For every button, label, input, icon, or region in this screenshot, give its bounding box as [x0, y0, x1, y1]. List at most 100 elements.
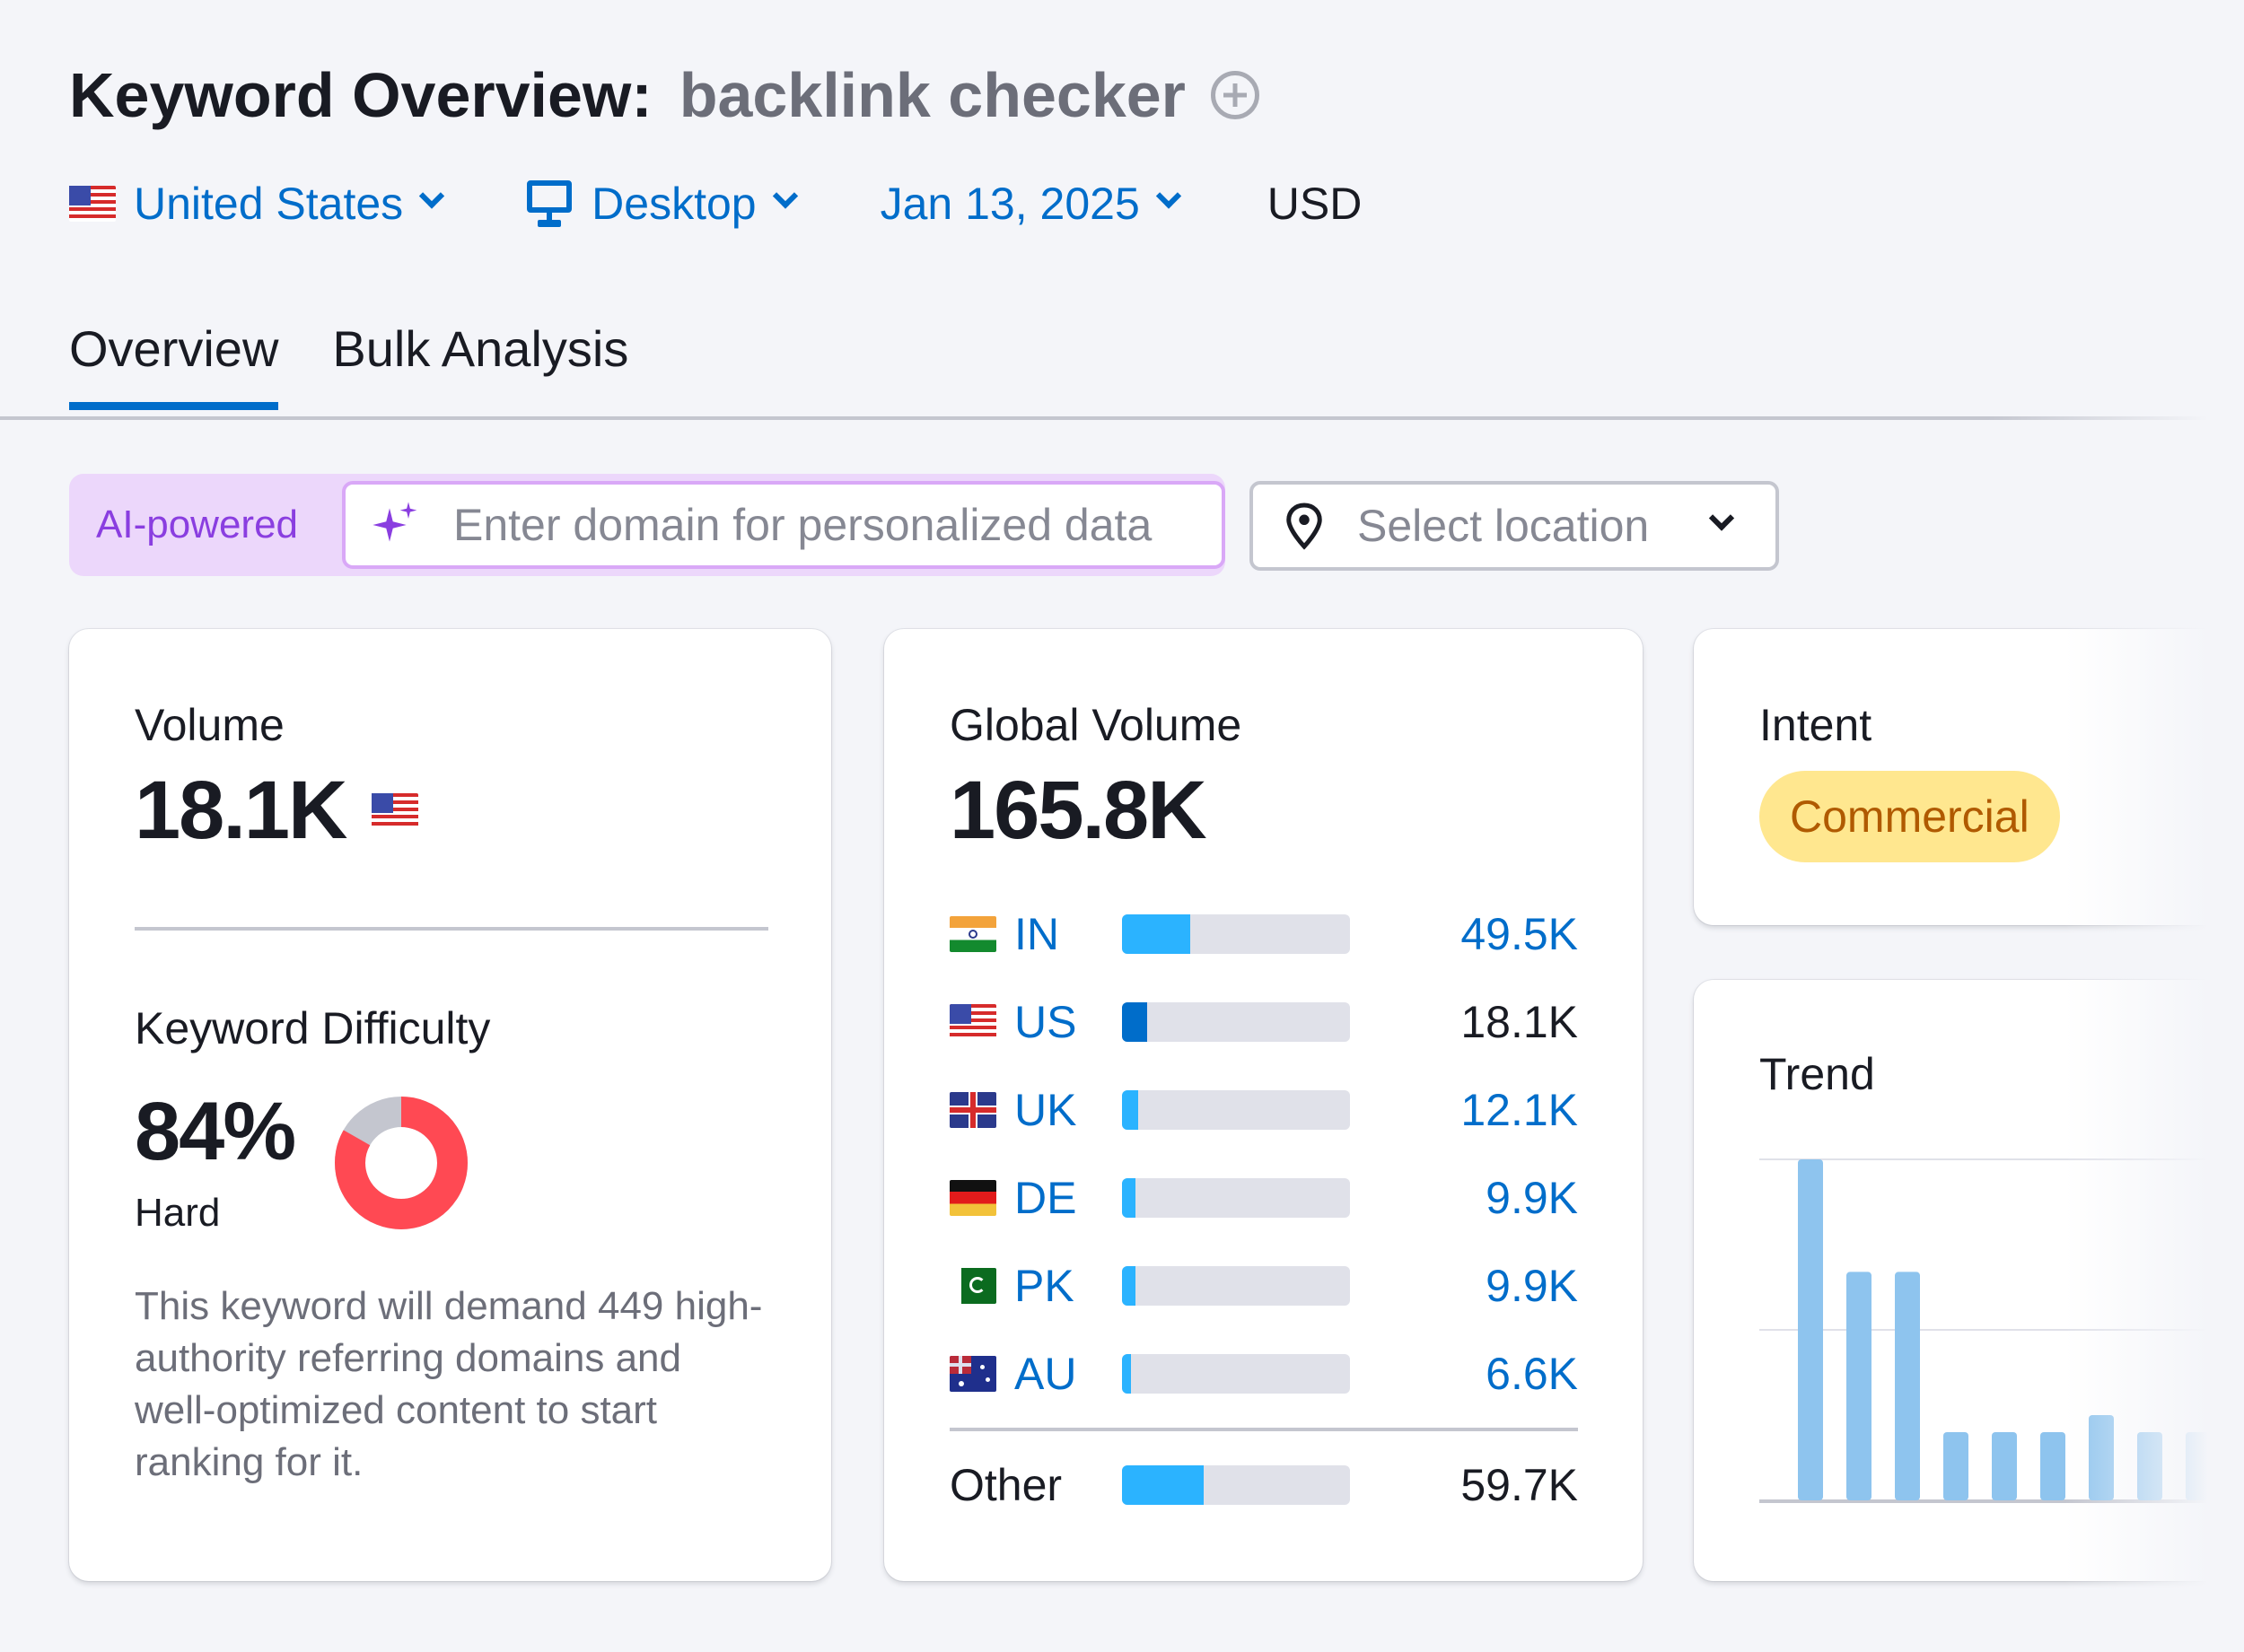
country-row-de: DE 9.9K — [950, 1167, 1578, 1229]
other-label: Other — [950, 1460, 1063, 1510]
trend-bar[interactable] — [1992, 1432, 2017, 1500]
trend-bar[interactable] — [1943, 1432, 1968, 1500]
kd-donut-chart — [335, 1097, 468, 1229]
global-volume-value: 165.8K — [950, 765, 1207, 856]
share-bar-fill — [1122, 1178, 1136, 1218]
volume-label: Volume — [135, 700, 285, 750]
trend-bar[interactable] — [1846, 1272, 1871, 1500]
other-share-bar — [1122, 1465, 1350, 1505]
device-label: Desktop — [592, 179, 757, 229]
device-select[interactable]: Desktop — [527, 178, 798, 230]
us-flag-icon — [371, 792, 418, 829]
country-code[interactable]: IN — [1014, 908, 1122, 960]
other-volume: 59.7K — [1460, 1460, 1578, 1510]
us-flag-icon — [950, 1004, 996, 1040]
country-share-bar — [1122, 1266, 1350, 1306]
country-share-bar — [1122, 1090, 1350, 1130]
country-volume[interactable]: 6.6K — [1350, 1348, 1578, 1400]
location-pin-icon — [1286, 503, 1322, 550]
page-title-label: Keyword Overview: — [69, 60, 653, 130]
trend-bar[interactable] — [2186, 1432, 2211, 1500]
chevron-down-icon — [1708, 505, 1735, 531]
country-row-in: IN 49.5K — [950, 903, 1578, 966]
country-row-pk: PK 9.9K — [950, 1254, 1578, 1317]
volume-value-row: 18.1K — [135, 764, 418, 858]
au-flag-icon — [950, 1356, 996, 1392]
country-volume: 18.1K — [1460, 997, 1578, 1047]
volume-value: 18.1K — [135, 765, 347, 856]
chevron-down-icon — [419, 183, 445, 209]
divider — [950, 1428, 1578, 1431]
divider — [135, 927, 768, 931]
domain-input[interactable] — [451, 498, 1191, 552]
us-flag-icon — [69, 186, 116, 222]
date-label: Jan 13, 2025 — [880, 179, 1140, 229]
share-bar-fill — [1122, 1354, 1132, 1394]
desktop-icon — [527, 180, 573, 227]
global-volume-card: Global Volume 165.8K IN 49.5K US 18.1K U… — [884, 629, 1643, 1581]
filters-bar: United States Desktop Jan 13, 2025 USD — [69, 172, 1362, 235]
country-row-uk: UK 12.1K — [950, 1079, 1578, 1141]
country-share-bar — [1122, 1002, 1350, 1042]
chevron-down-icon — [772, 183, 798, 209]
location-placeholder: Select location — [1357, 501, 1650, 551]
share-bar-fill — [1122, 1465, 1205, 1505]
share-bar-fill — [1122, 1090, 1138, 1130]
trend-bar[interactable] — [2137, 1432, 2162, 1500]
country-row-au: AU 6.6K — [950, 1342, 1578, 1405]
trend-bar[interactable] — [2089, 1415, 2114, 1500]
ai-domain-bar: AI-powered — [69, 474, 1225, 576]
uk-flag-icon — [950, 1092, 996, 1128]
trend-bar[interactable] — [1798, 1159, 1823, 1500]
kd-value: 84% — [135, 1086, 296, 1177]
country-label: United States — [134, 179, 404, 229]
plus-circle-icon[interactable] — [1210, 71, 1259, 119]
volume-kd-card: Volume 18.1K Keyword Difficulty 84% Hard… — [69, 629, 831, 1581]
country-volume[interactable]: 9.9K — [1350, 1172, 1578, 1224]
trend-bar[interactable] — [1895, 1272, 1920, 1500]
country-code[interactable]: DE — [1014, 1172, 1122, 1224]
country-share-bar — [1122, 914, 1350, 954]
country-code[interactable]: PK — [1014, 1260, 1122, 1312]
in-flag-icon — [950, 916, 996, 952]
kd-description: This keyword will demand 449 high-author… — [135, 1284, 763, 1484]
tab-overview[interactable]: Overview — [69, 319, 279, 410]
sparkle-icon — [373, 502, 417, 542]
share-bar-fill — [1122, 1266, 1136, 1306]
de-flag-icon — [950, 1180, 996, 1216]
intent-badge: Commercial — [1759, 771, 2060, 862]
date-select[interactable]: Jan 13, 2025 — [880, 178, 1181, 230]
trend-card: Trend — [1694, 980, 2244, 1581]
tab-bulk-analysis[interactable]: Bulk Analysis — [332, 319, 628, 405]
location-select[interactable]: Select location — [1249, 481, 1779, 571]
country-row-other: Other 59.7K — [950, 1454, 1578, 1517]
country-share-bar — [1122, 1178, 1350, 1218]
country-row-us: US 18.1K — [950, 991, 1578, 1053]
tabs: Overview Bulk Analysis — [69, 319, 682, 410]
country-volume[interactable]: 9.9K — [1350, 1260, 1578, 1312]
chevron-down-icon — [1155, 183, 1181, 209]
kd-label: Keyword Difficulty — [135, 1003, 491, 1053]
pk-flag-icon — [950, 1268, 996, 1304]
keyword-text: backlink checker — [679, 60, 1186, 130]
country-volume[interactable]: 12.1K — [1350, 1084, 1578, 1136]
domain-input-wrapper — [342, 481, 1225, 569]
country-share-bar — [1122, 1354, 1350, 1394]
country-volume[interactable]: 49.5K — [1350, 908, 1578, 960]
kd-level: Hard — [135, 1191, 221, 1235]
intent-label: Intent — [1759, 700, 1872, 750]
country-code[interactable]: US — [1014, 996, 1122, 1048]
share-bar-fill — [1122, 1002, 1147, 1042]
trend-chart — [1759, 1158, 2244, 1503]
page-title: Keyword Overview: backlink checker — [69, 59, 1259, 131]
intent-card: Intent Commercial — [1694, 629, 2244, 925]
intent-badge-wrapper: Commercial — [1759, 771, 2060, 862]
trend-bar[interactable] — [2040, 1432, 2065, 1500]
country-select[interactable]: United States — [69, 178, 445, 230]
tabs-divider — [0, 416, 2208, 420]
country-code[interactable]: AU — [1014, 1348, 1122, 1400]
global-volume-label: Global Volume — [950, 700, 1242, 750]
country-code[interactable]: UK — [1014, 1084, 1122, 1136]
currency-label: USD — [1267, 179, 1363, 229]
share-bar-fill — [1122, 914, 1191, 954]
